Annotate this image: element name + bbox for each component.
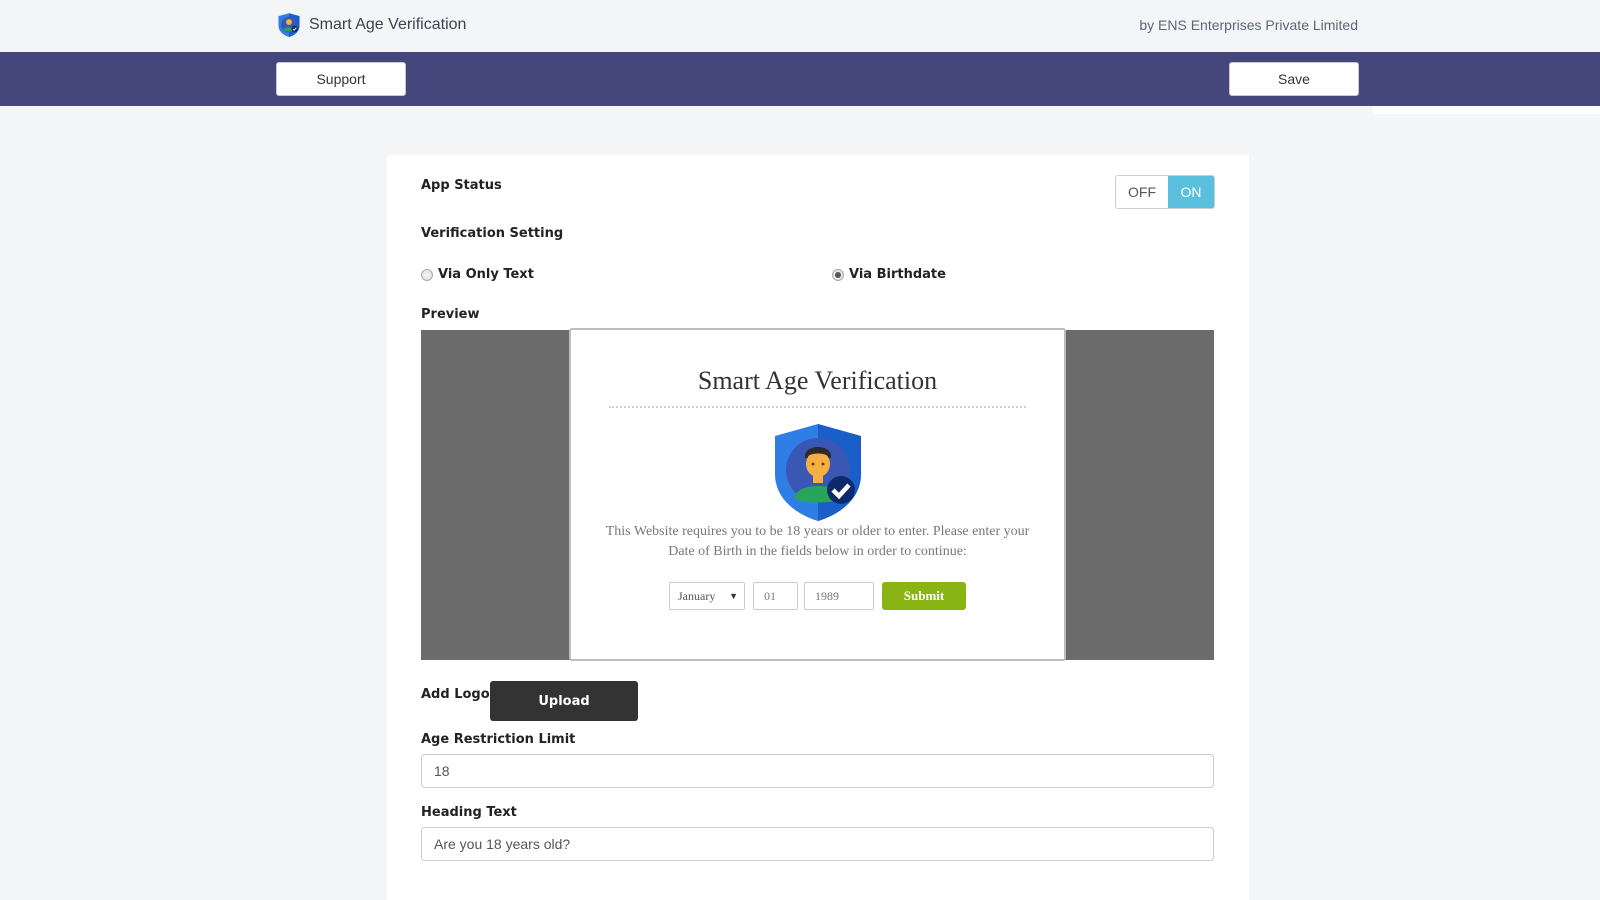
- verification-setting-label: Verification Setting: [421, 226, 564, 241]
- toggle-off-option[interactable]: OFF: [1116, 176, 1168, 208]
- modal-title: Smart Age Verification: [697, 366, 938, 395]
- radio-label: Via Only Text: [438, 267, 534, 282]
- radio-label: Via Birthdate: [849, 267, 946, 282]
- month-value: January: [678, 588, 716, 603]
- support-button[interactable]: Support: [276, 62, 406, 96]
- day-input[interactable]: 01: [753, 582, 798, 610]
- app-status-label: App Status: [421, 178, 502, 193]
- shield-user-check-icon: [278, 13, 300, 37]
- dropdown-arrow-icon: ▼: [729, 591, 738, 601]
- month-select[interactable]: January ▼: [669, 582, 745, 610]
- brand: Smart Age Verification: [277, 12, 466, 38]
- action-bar: Support Save: [0, 52, 1600, 106]
- preview-label: Preview: [421, 307, 480, 322]
- radio-button[interactable]: [421, 268, 433, 281]
- modal-description: This Website requires you to be 18 years…: [605, 524, 1030, 559]
- divider: [1373, 106, 1600, 114]
- modal-divider: [609, 406, 1026, 408]
- heading-text-input[interactable]: Are you 18 years old?: [421, 827, 1214, 861]
- byline: by ENS Enterprises Private Limited: [1139, 17, 1358, 33]
- divider: [0, 106, 1373, 108]
- preview-area: Smart Age Verification This Website requ…: [421, 328, 1214, 661]
- radio-via-only-text[interactable]: Via Only Text: [421, 267, 534, 282]
- toggle-on-option[interactable]: ON: [1168, 176, 1214, 208]
- save-button[interactable]: Save: [1229, 62, 1359, 96]
- heading-text-label: Heading Text: [421, 805, 517, 820]
- radio-via-birthdate[interactable]: Via Birthdate: [832, 267, 946, 282]
- shield-user-check-icon: [775, 424, 861, 521]
- age-restriction-input[interactable]: 18: [421, 754, 1214, 788]
- year-input[interactable]: 1989: [804, 582, 874, 610]
- age-restriction-label: Age Restriction Limit: [421, 732, 576, 747]
- app-title: Smart Age Verification: [309, 16, 467, 33]
- upload-button[interactable]: Upload: [490, 681, 638, 721]
- dob-fields: January ▼ 01 1989 Submit: [669, 582, 966, 610]
- top-bar: Smart Age Verification by ENS Enterprise…: [0, 0, 1600, 52]
- preview-modal: Smart Age Verification This Website requ…: [569, 328, 1066, 661]
- add-logo-label: Add Logo: [421, 687, 490, 702]
- settings-panel: App Status OFF ON Verification Setting V…: [387, 155, 1249, 900]
- submit-button[interactable]: Submit: [882, 582, 966, 610]
- radio-button[interactable]: [832, 268, 844, 281]
- app-status-toggle[interactable]: OFF ON: [1115, 175, 1215, 209]
